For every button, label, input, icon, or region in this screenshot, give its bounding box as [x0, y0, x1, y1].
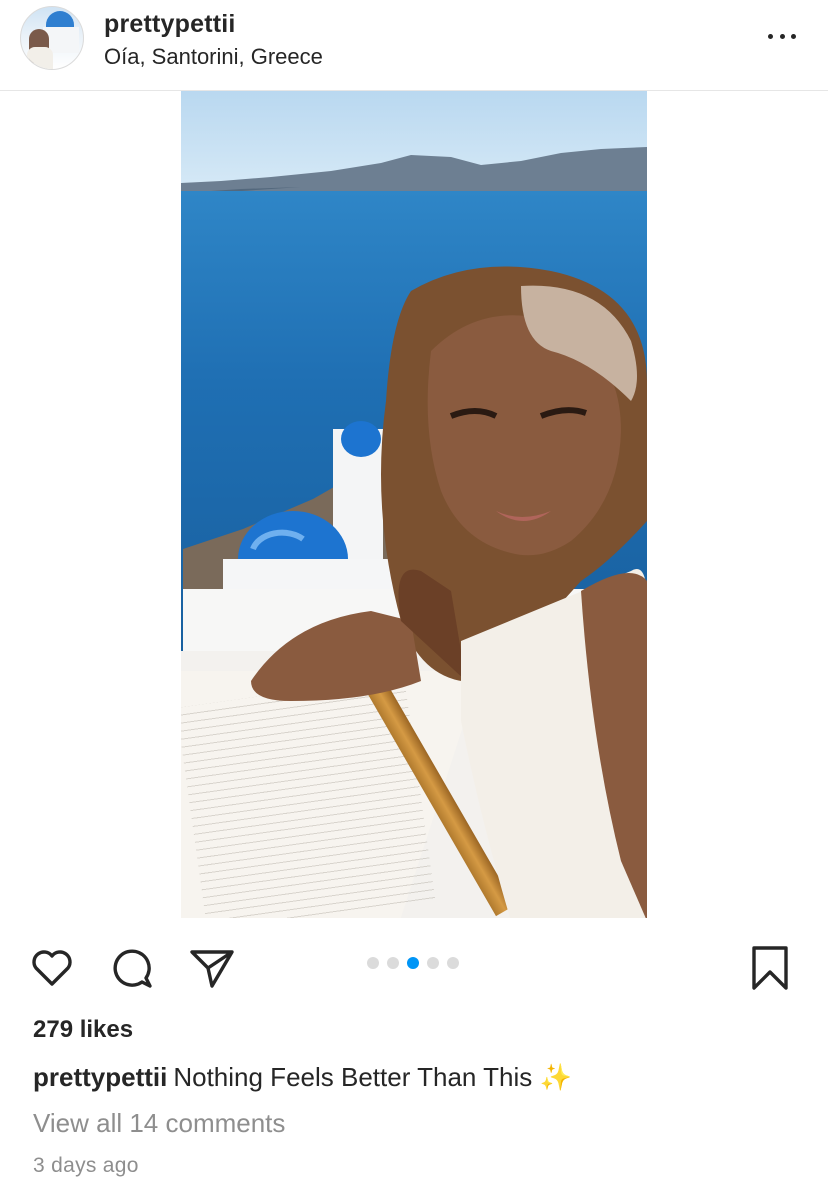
post-header: prettypettii Oía, Santorini, Greece — [0, 0, 828, 90]
carousel-dot-active — [407, 957, 419, 969]
photo-person — [251, 266, 647, 918]
carousel-dot — [387, 957, 399, 969]
post-caption: prettypettii Nothing Feels Better Than Th… — [33, 1062, 572, 1093]
more-dot — [791, 33, 796, 39]
view-comments-link[interactable]: View all 14 comments — [33, 1108, 285, 1139]
heart-icon[interactable] — [28, 944, 76, 992]
post-location[interactable]: Oía, Santorini, Greece — [104, 44, 323, 70]
avatar-shirt — [27, 47, 53, 69]
post-timestamp: 3 days ago — [33, 1154, 139, 1177]
avatar[interactable] — [20, 6, 84, 70]
carousel-indicator — [367, 956, 459, 970]
send-icon[interactable] — [188, 944, 236, 992]
comment-icon[interactable] — [108, 944, 156, 992]
avatar-dome — [46, 11, 74, 27]
more-options-icon[interactable] — [762, 22, 802, 50]
carousel-dot — [427, 957, 439, 969]
post-photo[interactable] — [181, 91, 647, 918]
caption-username[interactable]: prettypettii — [33, 1062, 167, 1092]
caption-text: Nothing Feels Better Than This ✨ — [173, 1062, 572, 1092]
carousel-dot — [367, 957, 379, 969]
likes-count[interactable]: 279 likes — [33, 1016, 133, 1044]
post-username[interactable]: prettypettii — [104, 10, 236, 39]
carousel-dot — [447, 957, 459, 969]
bookmark-icon[interactable] — [746, 944, 794, 992]
more-dot — [768, 33, 773, 39]
more-dot — [779, 33, 785, 39]
